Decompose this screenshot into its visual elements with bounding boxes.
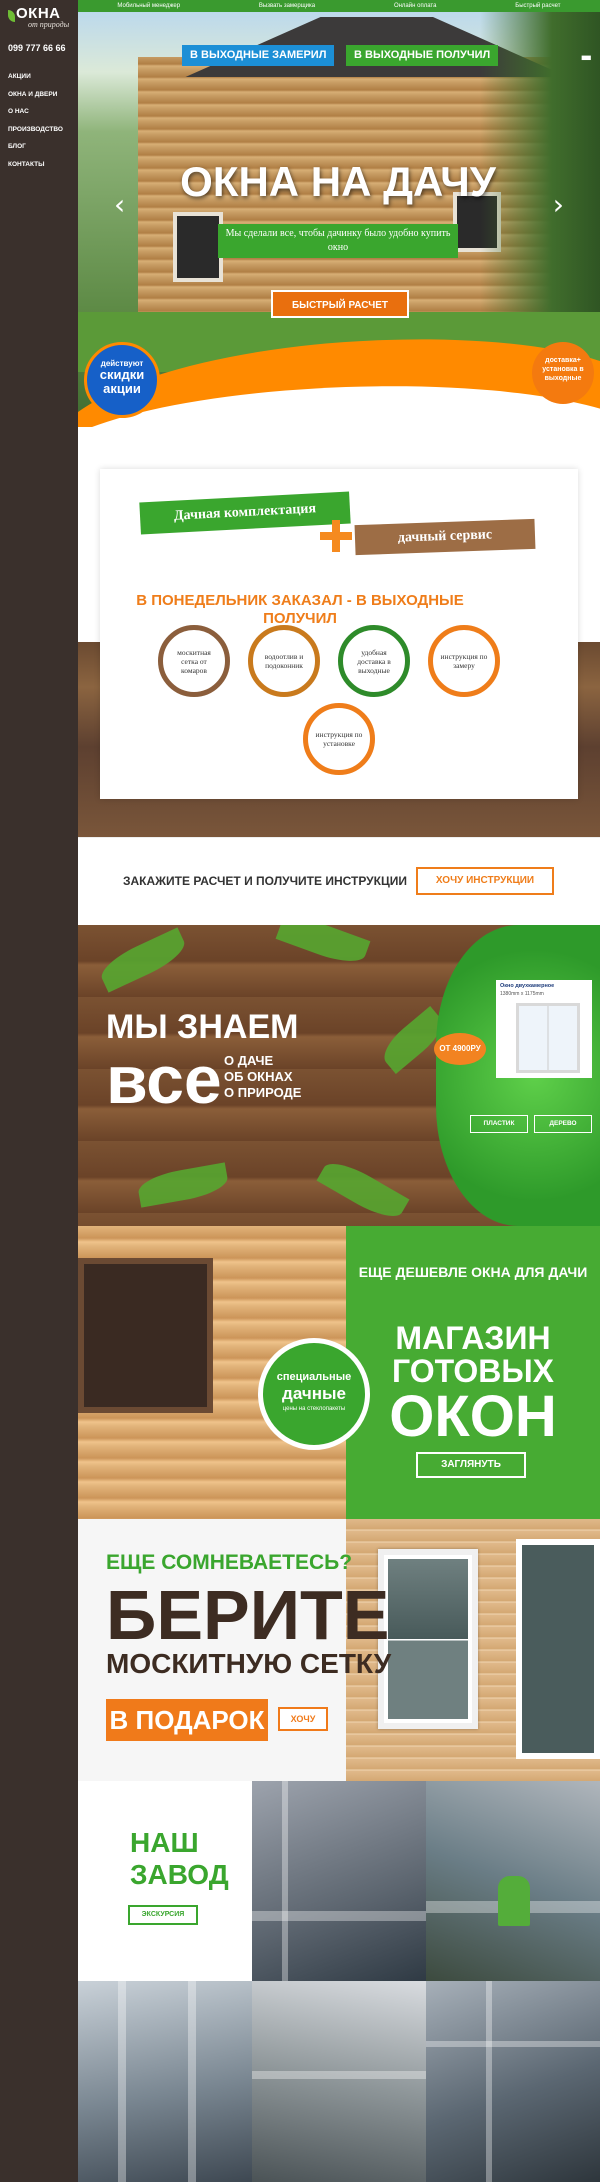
leaf-icon — [8, 10, 15, 22]
factory-beam — [252, 1911, 426, 1921]
feature-install-guide: инструкция по установке — [303, 703, 375, 775]
tag-measure-weekend: В выходные замерил — [182, 45, 335, 66]
window-title: Окно двухкамерное — [500, 983, 555, 989]
factory-section: Наш завод Экскурсия — [78, 1781, 600, 2182]
feature-sill: водоотлив и подоконник — [248, 625, 320, 697]
kit-label-brown: дачный сервис — [354, 518, 536, 556]
window-image — [516, 1003, 580, 1073]
doubt-net: москитную сетку — [106, 1648, 392, 1679]
nav-item-blog[interactable]: Блог — [8, 138, 63, 156]
window-size: 1380mm x 1175mm — [500, 991, 544, 997]
know-topic: об окнах — [224, 1069, 293, 1084]
fern-leaf — [275, 925, 371, 970]
know-big-word: все — [106, 1042, 222, 1118]
factory-beam — [252, 2071, 426, 2079]
topbar-link-call-measurer[interactable]: Вызвать замерщика — [259, 3, 315, 9]
tag-receive-weekend: в выходные получил — [346, 45, 499, 66]
dacha-kit-section — [78, 427, 600, 837]
window-glass — [388, 1559, 468, 1719]
hero-subtitle: Мы сделали все, чтобы дачинку было удобн… — [218, 224, 458, 258]
know-topics: о даче об окнах о природе — [224, 1053, 301, 1101]
want-gift-button[interactable]: Хочу — [278, 1707, 328, 1731]
nav-item-akcii[interactable]: Акции — [8, 68, 63, 86]
page: ОКНА от природы 099 777 66 66 Акции Окна… — [0, 0, 600, 2182]
we-know-section: Мы знаем все о даче об окнах о природе О… — [78, 925, 600, 1226]
feature-delivery: удобная доставка в выходные — [338, 625, 410, 697]
topbar-link-online-payment[interactable]: Онлайн оплата — [394, 3, 436, 9]
bubble-top: специальные — [276, 1371, 352, 1383]
nav-item-contacts[interactable]: Контакты — [8, 156, 63, 174]
feature-measure-guide: инструкция по замеру — [428, 625, 500, 697]
badge-text-bottom: акции — [103, 381, 141, 396]
want-instructions-button[interactable]: Хочу инструкции — [416, 867, 554, 895]
shop-tagline: Еще дешевле окна для дачи — [358, 1264, 588, 1280]
delivery-badge: доставка+ установка в выходные — [532, 342, 594, 404]
progress-icon: ▬ — [580, 50, 592, 64]
plus-icon — [320, 520, 352, 552]
fern-leaf — [95, 927, 191, 993]
factory-photo — [252, 1781, 426, 1981]
window-photo — [78, 1258, 213, 1413]
factory-photo — [252, 1981, 426, 2182]
logo-subtext: от природы — [28, 20, 70, 29]
hero-title: ОКНА НА ДАЧУ — [180, 158, 496, 205]
factory-worker — [498, 1876, 530, 1926]
nav-item-about[interactable]: О нас — [8, 103, 63, 121]
factory-photo — [426, 1981, 600, 2182]
kit-heading: В понедельник заказал - в выходные получ… — [136, 592, 464, 627]
factory-title-2: завод — [130, 1859, 229, 1890]
house-window — [173, 212, 223, 282]
doubt-question: Еще сомневаетесь? — [106, 1551, 353, 1574]
nav-item-windows-doors[interactable]: Окна и двери — [8, 86, 63, 104]
sidebar-nav: Акции Окна и двери О нас Производство Бл… — [8, 68, 63, 173]
topbar-link-mobile-manager[interactable]: Мобильный менеджер — [117, 3, 180, 9]
prev-slide-icon[interactable]: ‹ — [114, 190, 125, 220]
hero-slider: В выходные замерил в выходные получил ▬ … — [78, 12, 600, 427]
excursion-button[interactable]: Экскурсия — [128, 1905, 198, 1925]
doubt-gift: в подарок — [106, 1699, 268, 1741]
shop-title-big: окон — [389, 1384, 557, 1449]
know-heading: Мы знаем — [106, 1008, 299, 1046]
badge-text-mid: скидки — [99, 367, 145, 382]
factory-photo — [78, 1981, 252, 2182]
factory-beam — [426, 2041, 600, 2047]
discounts-badge[interactable]: действуют скидки акции — [84, 342, 160, 418]
window-photo — [516, 1539, 600, 1759]
know-topic: о природе — [224, 1085, 302, 1100]
order-instructions-strip: Закажите расчет и получите инструкции Хо… — [78, 837, 600, 925]
wood-button[interactable]: Дерево — [534, 1115, 592, 1133]
phone-number[interactable]: 099 777 66 66 — [8, 43, 66, 53]
quick-calc-button[interactable]: Быстрый расчет — [271, 290, 409, 318]
know-topic: о даче — [224, 1053, 274, 1068]
price-badge: ОТ 4900РУ — [434, 1033, 486, 1065]
factory-beam — [486, 1981, 492, 2182]
shop-title: Магазин готовых — [391, 1320, 555, 1389]
fern-leaf — [316, 1154, 410, 1226]
mosquito-net-gift-section: Еще сомневаетесь? Берите москитную сетку… — [78, 1519, 600, 1781]
next-slide-icon[interactable]: › — [553, 190, 564, 220]
ready-windows-shop: специальные дачные цены на стеклопакеты … — [78, 1226, 600, 1519]
logo[interactable]: ОКНА от природы — [8, 6, 70, 30]
nav-item-production[interactable]: Производство — [8, 121, 63, 139]
bubble-big: дачные — [282, 1384, 346, 1403]
topbar-link-quick-calc[interactable]: Быстрый расчет — [515, 3, 560, 9]
factory-beam — [188, 1981, 196, 2182]
order-text: Закажите расчет и получите инструкции — [123, 874, 407, 888]
factory-beam — [118, 1981, 126, 2182]
factory-beam — [282, 1781, 288, 1981]
plastic-button[interactable]: Пластик — [470, 1115, 528, 1133]
sidebar: ОКНА от природы 099 777 66 66 Акции Окна… — [0, 0, 78, 2182]
doubt-take: Берите — [106, 1576, 390, 1654]
factory-title-1: Наш — [130, 1827, 199, 1858]
look-button[interactable]: Заглянуть — [416, 1452, 526, 1478]
fern-leaf — [136, 1162, 230, 1208]
top-links-bar: Мобильный менеджер Вызвать замерщика Онл… — [78, 0, 600, 12]
feature-mosquito-net: москитная сетка от комаров — [158, 625, 230, 697]
